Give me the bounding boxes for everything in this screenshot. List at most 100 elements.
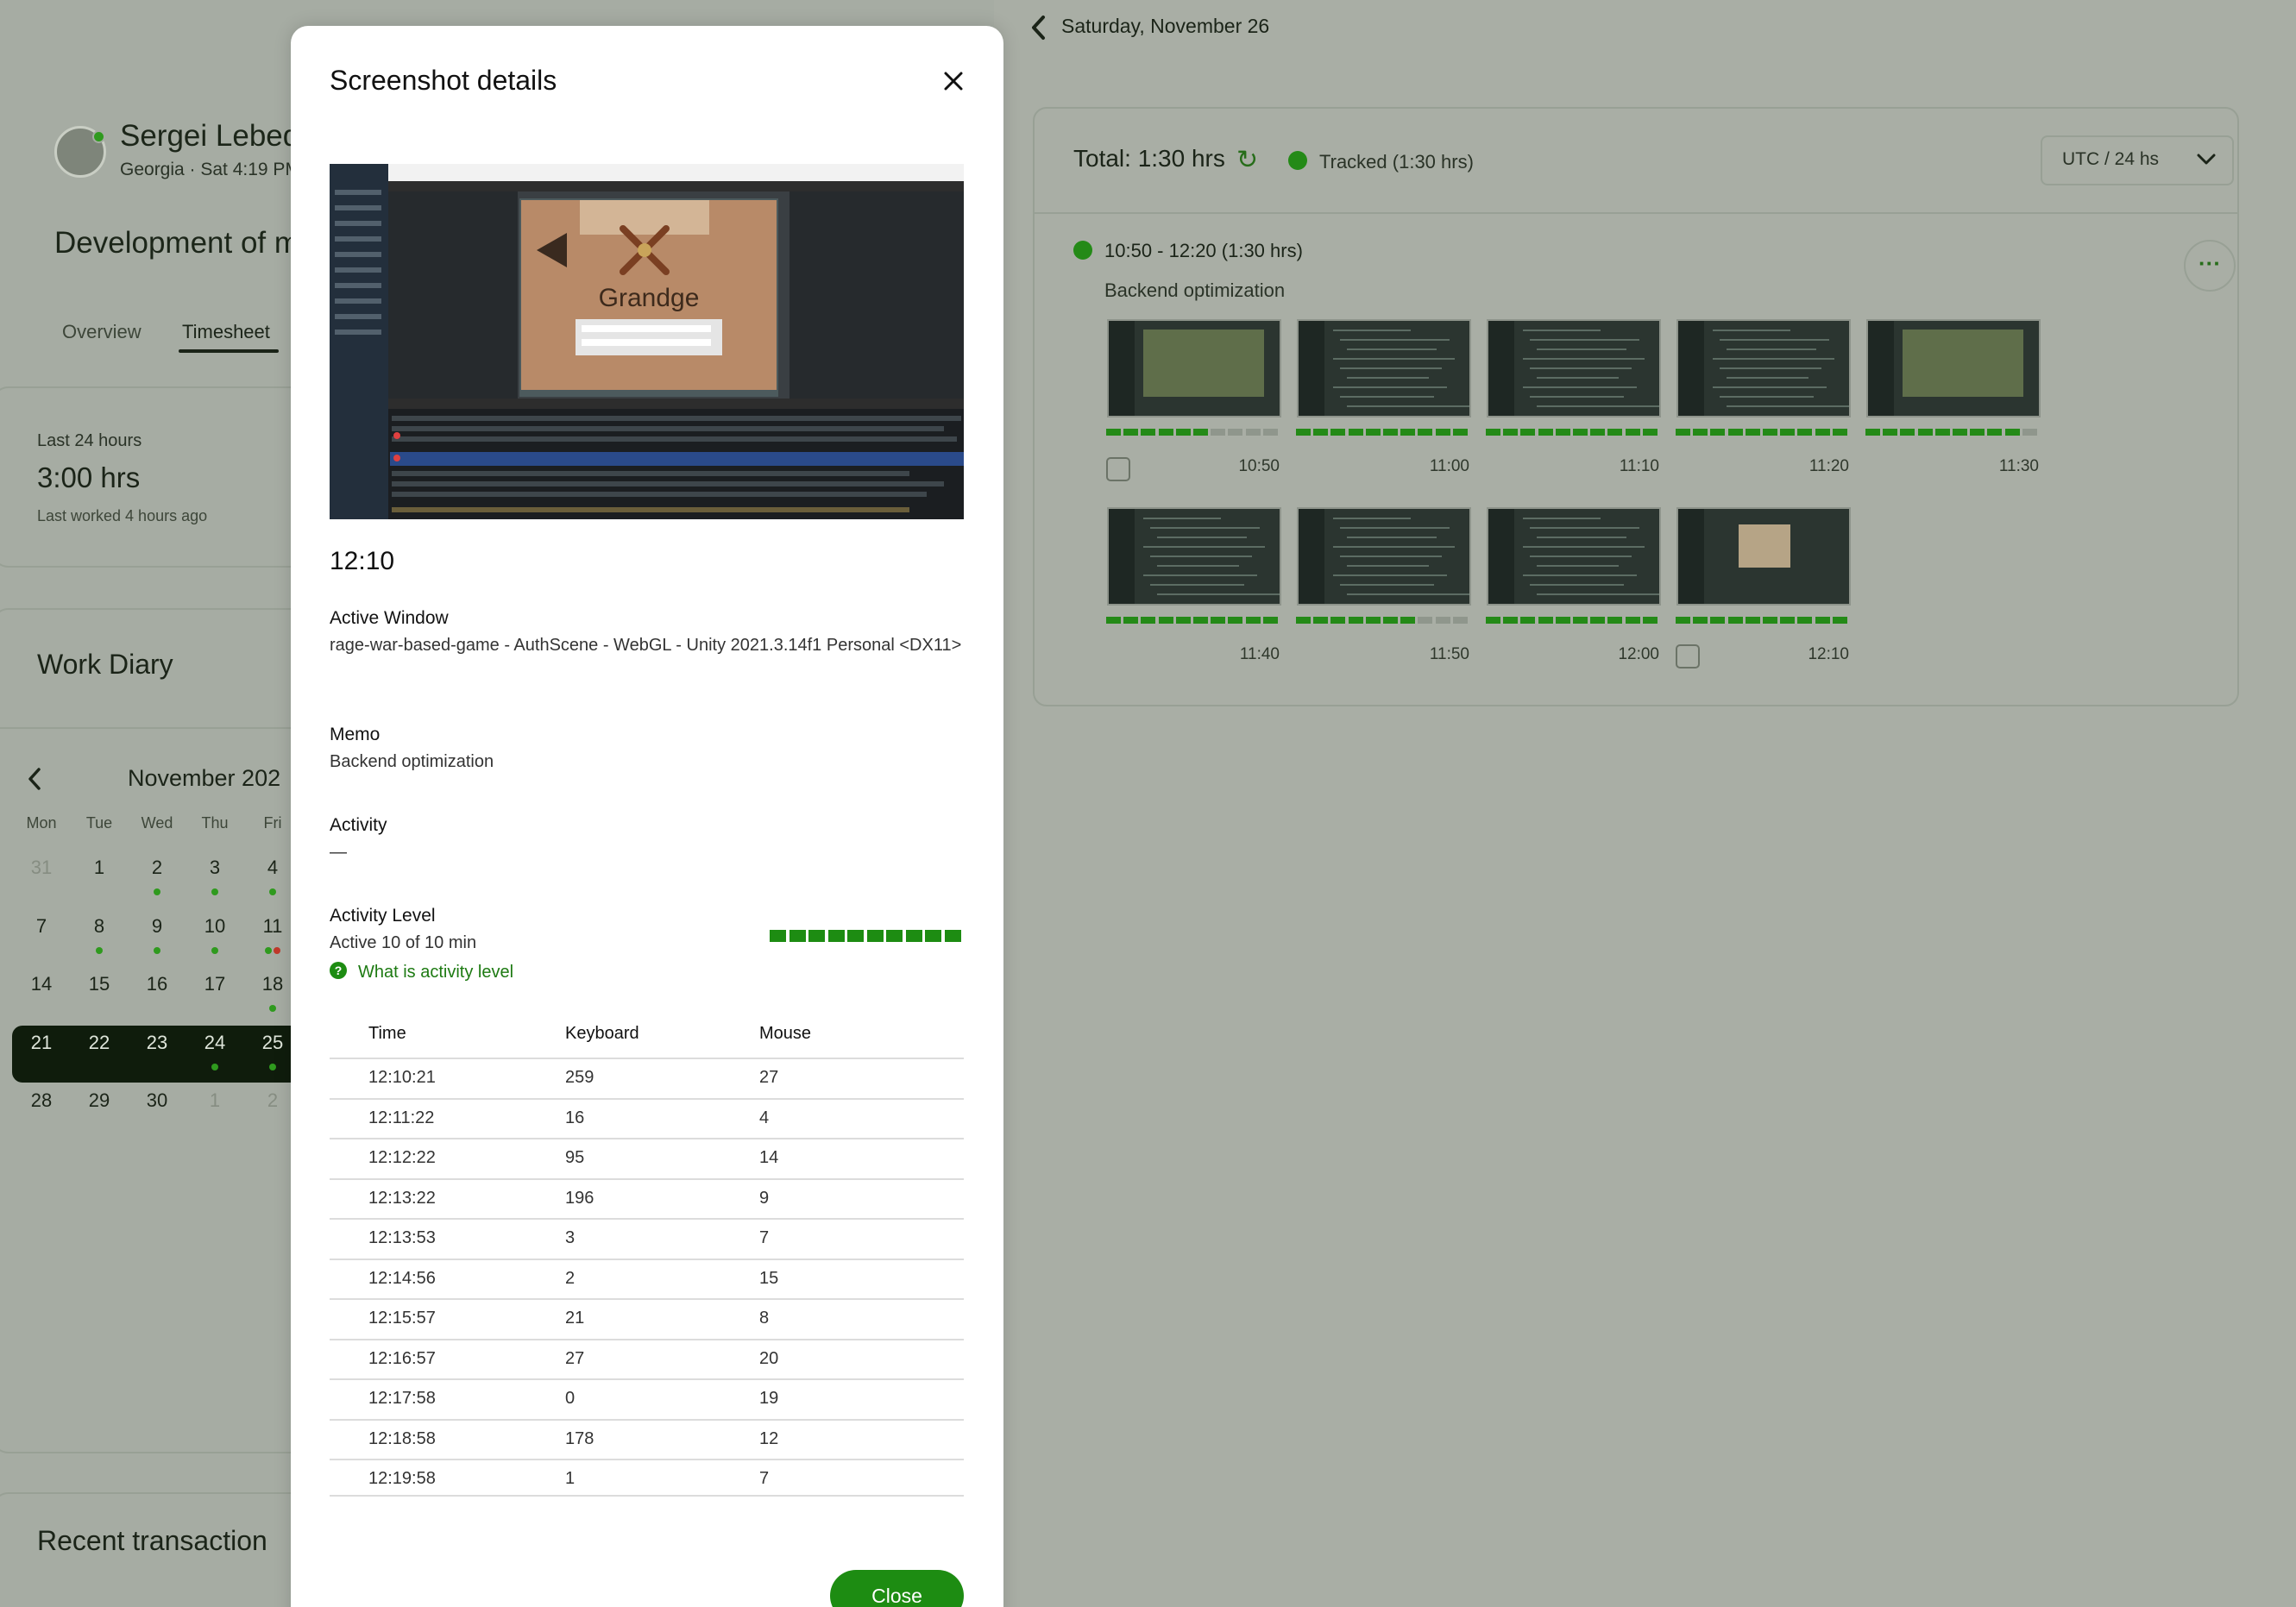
activity-level-segment	[770, 930, 786, 942]
code-line	[1340, 556, 1442, 557]
table-cell-mouse: 4	[759, 1108, 770, 1127]
online-status-dot	[92, 130, 105, 143]
close-button[interactable]: Close	[830, 1570, 964, 1607]
code-line	[1340, 584, 1434, 586]
code-line	[1347, 377, 1429, 379]
segment-status-dot	[1073, 241, 1092, 260]
help-icon[interactable]: ?	[330, 962, 347, 979]
activity-bar-segment	[1348, 617, 1363, 624]
activity-dot	[269, 1064, 276, 1070]
activity-bar-segment	[1780, 617, 1796, 624]
screenshot-thumbnail[interactable]	[1297, 507, 1471, 606]
screenshot-thumbnail[interactable]	[1107, 507, 1281, 606]
calendar-day[interactable]: 7	[16, 915, 67, 938]
screenshot-thumbnail[interactable]	[1487, 319, 1661, 417]
screenshot-thumbnail[interactable]	[1676, 319, 1851, 417]
chevron-left-icon[interactable]	[1028, 14, 1049, 41]
calendar-day[interactable]: 28	[16, 1089, 67, 1112]
activity-bar-segment	[1763, 617, 1777, 624]
activity-bar-segment	[1676, 617, 1690, 624]
activity-bar-segment	[1228, 429, 1243, 436]
activity-bar-segment	[1486, 617, 1500, 624]
activity-bar-segment	[1573, 617, 1588, 624]
screenshot-thumbnail[interactable]	[1297, 319, 1471, 417]
calendar-day[interactable]: 23	[131, 1032, 183, 1054]
code-line	[1143, 546, 1265, 548]
calendar-day[interactable]: 1	[73, 857, 125, 879]
thumbnail-sidebar	[1678, 321, 1704, 416]
code-line	[1333, 546, 1455, 548]
calendar-day[interactable]: 16	[131, 973, 183, 995]
screenshot-time-label: 12:10	[1808, 645, 1849, 663]
calendar-day[interactable]: 2	[131, 857, 183, 879]
select-checkbox[interactable]	[1106, 457, 1130, 481]
calendar-day[interactable]: 24	[189, 1032, 241, 1054]
recent-transactions-title: Recent transaction	[37, 1525, 267, 1556]
activity-bar-segment	[1141, 617, 1156, 624]
screenshot-preview: Grandge	[330, 164, 964, 519]
table-cell-keyboard: 178	[565, 1428, 594, 1448]
more-icon: ···	[2198, 250, 2221, 276]
calendar-day[interactable]: 22	[73, 1032, 125, 1054]
select-checkbox[interactable]	[1676, 644, 1700, 669]
activity-level-segment	[847, 930, 864, 942]
refresh-icon[interactable]: ↻	[1236, 145, 1258, 175]
activity-bar-segment	[1763, 429, 1777, 436]
calendar-day[interactable]: 10	[189, 915, 241, 938]
thumbnail-card	[1739, 524, 1790, 568]
table-cell-mouse: 20	[759, 1348, 779, 1368]
activity-dot	[211, 888, 218, 895]
code-line	[1537, 537, 1626, 538]
activity-bar-segment	[1745, 617, 1760, 624]
tab-overview[interactable]: Overview	[62, 321, 142, 343]
tab-timesheet[interactable]: Timesheet	[182, 321, 270, 343]
screenshot-time-label: 11:40	[1239, 645, 1280, 663]
calendar-day[interactable]: 14	[16, 973, 67, 995]
calendar-day[interactable]: 8	[73, 915, 125, 938]
activity-bar-segment	[1228, 617, 1243, 624]
more-options-button[interactable]: ···	[2184, 240, 2236, 292]
code-line	[1720, 367, 1821, 369]
calendar-day[interactable]: 3	[189, 857, 241, 879]
calendar-day[interactable]: 9	[131, 915, 183, 938]
calendar-day[interactable]: 31	[16, 857, 67, 879]
activity-bar-segment	[1710, 617, 1726, 624]
calendar-day[interactable]: 17	[189, 973, 241, 995]
table-cell-time: 12:19:58	[368, 1469, 436, 1488]
activity-bar-segment	[1832, 429, 1847, 436]
activity-bar-segment	[1642, 617, 1658, 624]
screenshot-thumbnail[interactable]	[1676, 507, 1851, 606]
calendar-day[interactable]: 1	[189, 1089, 241, 1112]
memo-value: Backend optimization	[330, 752, 494, 771]
code-line	[1727, 377, 1808, 379]
activity-level-segment	[827, 930, 845, 942]
activity-dot	[269, 1005, 276, 1012]
activity-level-label: Activity Level	[330, 906, 436, 926]
screenshot-thumbnail[interactable]	[1107, 319, 1281, 417]
screenshot-time-label: 10:50	[1238, 457, 1280, 475]
calendar-day[interactable]: 21	[16, 1032, 67, 1054]
activity-bar-segment	[1676, 429, 1690, 436]
table-cell-time: 12:15:57	[368, 1309, 436, 1328]
screenshot-image[interactable]: Grandge	[330, 164, 964, 519]
screenshot-thumbnail[interactable]	[1866, 319, 2041, 417]
close-icon[interactable]	[940, 67, 967, 95]
activity-bar-segment	[1330, 617, 1346, 624]
code-line	[1340, 367, 1442, 369]
calendar-day[interactable]: 30	[131, 1089, 183, 1112]
code-line	[1347, 405, 1469, 407]
calendar-day[interactable]: 29	[73, 1089, 125, 1112]
screenshot-thumbnail[interactable]	[1487, 507, 1661, 606]
code-line	[1347, 565, 1429, 567]
activity-bar-segment	[1123, 429, 1139, 436]
code-line	[1347, 348, 1437, 350]
calendar-day[interactable]: 15	[73, 973, 125, 995]
code-line	[1150, 584, 1244, 586]
table-row: 12:16:57 27 20	[330, 1338, 964, 1378]
activity-bar-segment	[1573, 429, 1588, 436]
activity-bar-segment	[1934, 429, 1950, 436]
activity-level-segment	[808, 930, 825, 942]
activity-level-help-link[interactable]: What is activity level	[358, 963, 513, 982]
chevron-left-icon[interactable]	[24, 766, 45, 792]
tracked-status-dot	[1288, 151, 1307, 170]
